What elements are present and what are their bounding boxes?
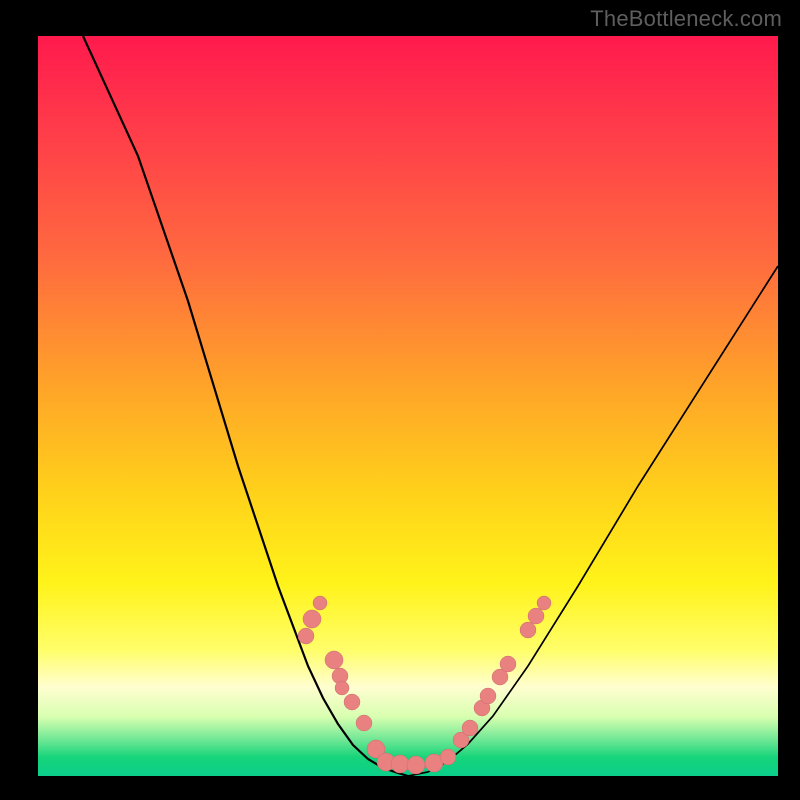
data-dot [528,608,544,624]
data-dot [480,688,496,704]
data-dot [537,596,551,610]
chart-svg [38,36,778,776]
data-dot [407,756,425,774]
data-dot [344,694,360,710]
plot-area [38,36,778,776]
data-dot [325,651,343,669]
data-dot [298,628,314,644]
watermark-text: TheBottleneck.com [590,6,782,32]
data-dot [303,610,321,628]
data-dot [520,622,536,638]
data-dot [356,715,372,731]
data-dot [440,749,456,765]
right-curve [408,266,778,776]
data-dot [462,720,478,736]
data-dot [335,681,349,695]
left-curve [83,36,408,776]
data-dot [391,755,409,773]
data-dot [313,596,327,610]
chart-stage: TheBottleneck.com [0,0,800,800]
data-dot [500,656,516,672]
data-dots [298,596,551,774]
